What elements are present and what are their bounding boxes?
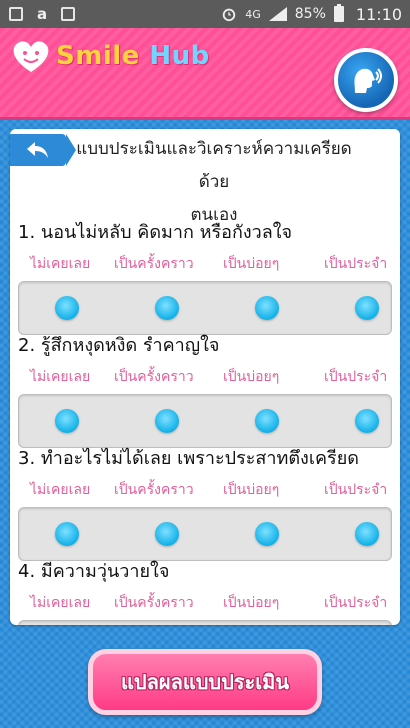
logo-text: Smile Hub (56, 41, 210, 71)
radio-option[interactable] (55, 522, 79, 546)
battery-percent: 85% (294, 6, 326, 22)
option-labels: ไม่เคยเลย เป็นครั้งคราว เป็นบ่อยๆ เป็นปร… (10, 253, 400, 277)
photo-icon (8, 6, 24, 22)
back-button[interactable] (10, 134, 76, 166)
option-label: เป็นประจำ (324, 256, 388, 272)
option-label: เป็นครั้งคราว (114, 256, 194, 272)
option-labels: ไม่เคยเลย เป็นครั้งคราว เป็นบ่อยๆ เป็นปร… (10, 592, 400, 616)
alarm-icon (221, 6, 237, 22)
amazon-icon: a (36, 5, 48, 23)
status-bar: a 4G 85% 11:10 (0, 0, 410, 28)
radio-option[interactable] (355, 522, 379, 546)
question-text: 3. ทำอะไรไม่ได้เลย เพราะประสาทตึงเครียด (18, 448, 359, 469)
option-label: เป็นบ่อยๆ (223, 482, 280, 498)
app-logo: Smile Hub (8, 36, 210, 76)
option-label: เป็นครั้งคราว (114, 482, 194, 498)
radio-option[interactable] (255, 409, 279, 433)
radio-option[interactable] (255, 522, 279, 546)
bag-icon (60, 6, 76, 22)
assessment-card: แบบประเมินและวิเคราะห์ความเครียดด้วย ตนเ… (10, 129, 400, 625)
radio-option[interactable] (155, 409, 179, 433)
option-label: เป็นบ่อยๆ (223, 369, 280, 385)
option-label: เป็นประจำ (324, 369, 388, 385)
radio-option[interactable] (155, 296, 179, 320)
question-text: 2. รู้สึกหงุดหงิด รำคาญใจ (18, 335, 220, 356)
option-label: เป็นประจำ (324, 595, 388, 611)
speaking-head-icon (354, 68, 382, 93)
option-label: เป็นบ่อยๆ (223, 595, 280, 611)
answer-scale (18, 507, 392, 561)
app-header: Smile Hub (0, 28, 410, 120)
radio-option[interactable] (55, 409, 79, 433)
page-title-line1: แบบประเมินและวิเคราะห์ความเครียดด้วย (76, 139, 352, 192)
option-label: เป็นบ่อยๆ (223, 256, 280, 272)
option-label: เป็นประจำ (324, 482, 388, 498)
submit-button[interactable]: แปลผลแบบประเมิน (88, 649, 322, 715)
question-text: 4. มีความวุ่นวายใจ (18, 561, 170, 582)
option-label: ไม่เคยเลย (30, 256, 91, 272)
answer-scale (18, 394, 392, 448)
answer-scale (18, 620, 392, 625)
radio-option[interactable] (55, 296, 79, 320)
option-label: ไม่เคยเลย (30, 595, 91, 611)
heart-face-icon (13, 41, 49, 72)
answer-scale (18, 281, 392, 335)
clock: 11:10 (355, 4, 402, 24)
option-label: ไม่เคยเลย (30, 369, 91, 385)
back-arrow-icon (27, 142, 48, 158)
radio-option[interactable] (355, 409, 379, 433)
option-label: ไม่เคยเลย (30, 482, 91, 498)
battery-icon (333, 4, 344, 22)
voice-button[interactable] (334, 48, 398, 112)
question-text: 1. นอนไม่หลับ คิดมาก หรือกังวลใจ (18, 222, 293, 243)
signal-icon (268, 7, 287, 21)
option-label: เป็นครั้งคราว (114, 595, 194, 611)
radio-option[interactable] (255, 296, 279, 320)
network-type: 4G (245, 7, 261, 21)
radio-option[interactable] (155, 522, 179, 546)
radio-option[interactable] (355, 296, 379, 320)
option-label: เป็นครั้งคราว (114, 369, 194, 385)
option-labels: ไม่เคยเลย เป็นครั้งคราว เป็นบ่อยๆ เป็นปร… (10, 366, 400, 390)
option-labels: ไม่เคยเลย เป็นครั้งคราว เป็นบ่อยๆ เป็นปร… (10, 479, 400, 503)
